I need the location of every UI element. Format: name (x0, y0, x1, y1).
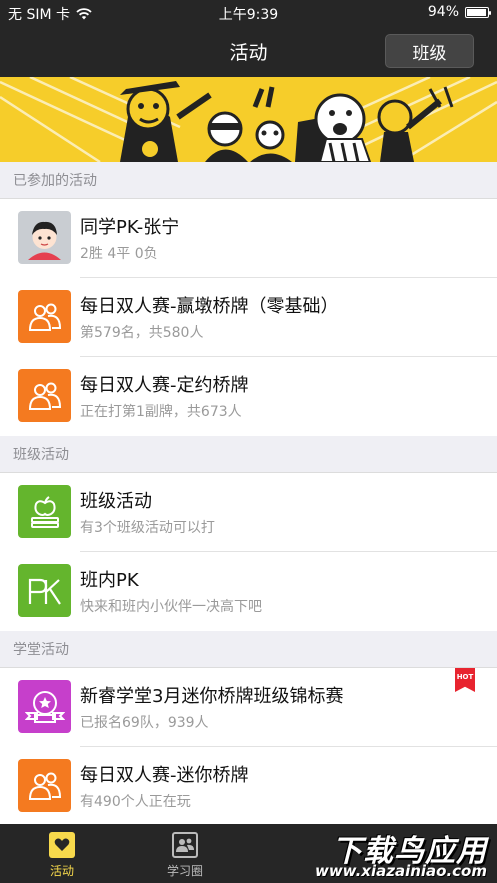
contacts-icon (172, 832, 198, 858)
pair-users-icon (18, 759, 71, 812)
apple-books-icon (18, 485, 71, 538)
item-title: 班级活动 (80, 491, 152, 512)
class-button[interactable]: 班级 (385, 34, 474, 68)
section-header-joined: 已参加的活动 (0, 162, 497, 199)
item-subtitle: 有3个班级活动可以打 (80, 520, 215, 536)
item-title: 每日双人赛-定约桥牌 (80, 375, 249, 396)
item-title: 新睿学堂3月迷你桥牌班级锦标赛 (80, 686, 344, 707)
watermark-logo: 下载鸟应用 www.xiazainiao.com (291, 822, 491, 880)
status-bar: 无 SIM 卡 上午9:39 94% (0, 0, 497, 26)
pair-users-icon (18, 369, 71, 422)
item-subtitle: 快来和班内小伙伴一决高下吧 (80, 599, 262, 615)
section-header-school: 学堂活动 (0, 631, 497, 668)
item-title: 每日双人赛-赢墩桥牌（零基础） (80, 296, 339, 317)
avatar-icon (18, 211, 71, 264)
activity-banner[interactable] (0, 77, 497, 162)
list-item[interactable]: 每日双人赛-迷你桥牌 有490个人正在玩 (0, 747, 497, 824)
tab-label: 活动 (49, 864, 74, 878)
banner-illustration (0, 77, 497, 162)
hot-badge: HOT (455, 668, 475, 692)
heart-icon (49, 832, 75, 858)
pair-users-icon (18, 290, 71, 343)
item-title: 同学PK-张宁 (80, 217, 180, 238)
item-subtitle: 第579名，共580人 (80, 325, 204, 341)
watermark-url: www.xiazainiao.com (314, 862, 487, 880)
tab-study-circle[interactable]: 学习圈 (125, 824, 245, 883)
list-item[interactable]: 新睿学堂3月迷你桥牌班级锦标赛 已报名69队，939人 HOT (0, 668, 497, 747)
section-header-class: 班级活动 (0, 436, 497, 473)
list-item[interactable]: 班内PK 快来和班内小伙伴一决高下吧 (0, 552, 497, 631)
list-item[interactable]: 班级活动 有3个班级活动可以打 (0, 473, 497, 552)
item-title: 每日双人赛-迷你桥牌 (80, 765, 249, 786)
battery-percent: 94% (427, 4, 459, 20)
trophy-badge-icon (18, 680, 71, 733)
clock: 上午9:39 (218, 7, 279, 23)
item-subtitle: 有490个人正在玩 (80, 794, 191, 810)
status-right: 94% (427, 4, 491, 20)
tab-activities[interactable]: 活动 (2, 824, 122, 883)
item-subtitle: 正在打第1副牌，共673人 (80, 404, 242, 420)
tab-label: 学习圈 (166, 864, 203, 878)
list-item[interactable]: 每日双人赛-定约桥牌 正在打第1副牌，共673人 (0, 357, 497, 436)
list-item[interactable]: 同学PK-张宁 2胜 4平 0负 (0, 199, 497, 278)
item-subtitle: 已报名69队，939人 (80, 715, 209, 731)
battery-icon (465, 6, 491, 18)
item-title: 班内PK (80, 570, 139, 591)
pk-icon (18, 564, 71, 617)
list-item[interactable]: 每日双人赛-赢墩桥牌（零基础） 第579名，共580人 (0, 278, 497, 357)
battery-fill (467, 8, 486, 16)
item-subtitle: 2胜 4平 0负 (80, 246, 158, 262)
nav-bar: 活动 班级 (0, 26, 497, 77)
